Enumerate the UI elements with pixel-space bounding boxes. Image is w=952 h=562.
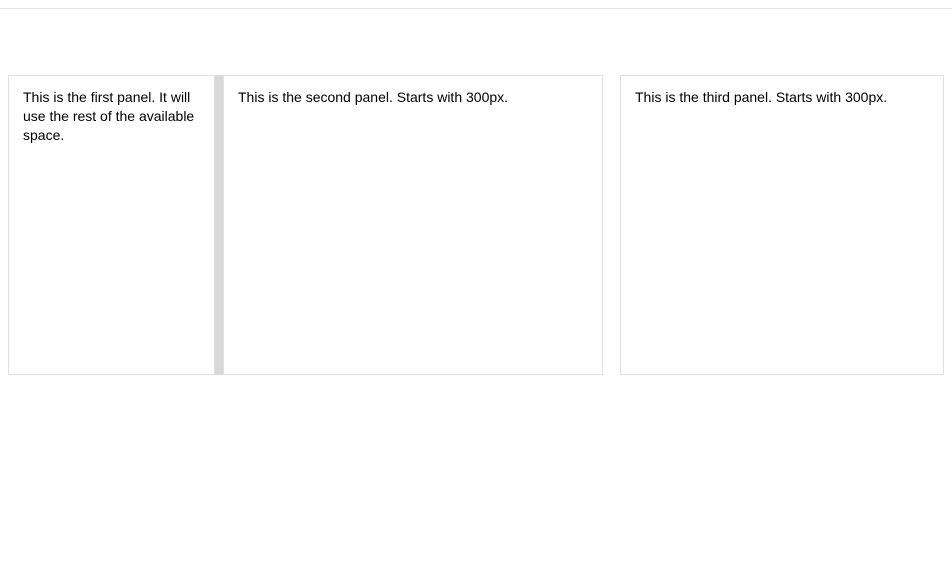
panel-gap (603, 75, 620, 375)
panel-second: This is the second panel. Starts with 30… (223, 75, 603, 375)
top-separator (0, 8, 952, 9)
panel-first: This is the first panel. It will use the… (8, 75, 215, 375)
panel-third-text: This is the third panel. Starts with 300… (635, 88, 929, 107)
splitter-handle[interactable] (215, 75, 223, 375)
panel-container: This is the first panel. It will use the… (0, 75, 952, 375)
panel-second-text: This is the second panel. Starts with 30… (238, 88, 588, 107)
panel-third: This is the third panel. Starts with 300… (620, 75, 944, 375)
panel-first-text: This is the first panel. It will use the… (23, 88, 200, 145)
